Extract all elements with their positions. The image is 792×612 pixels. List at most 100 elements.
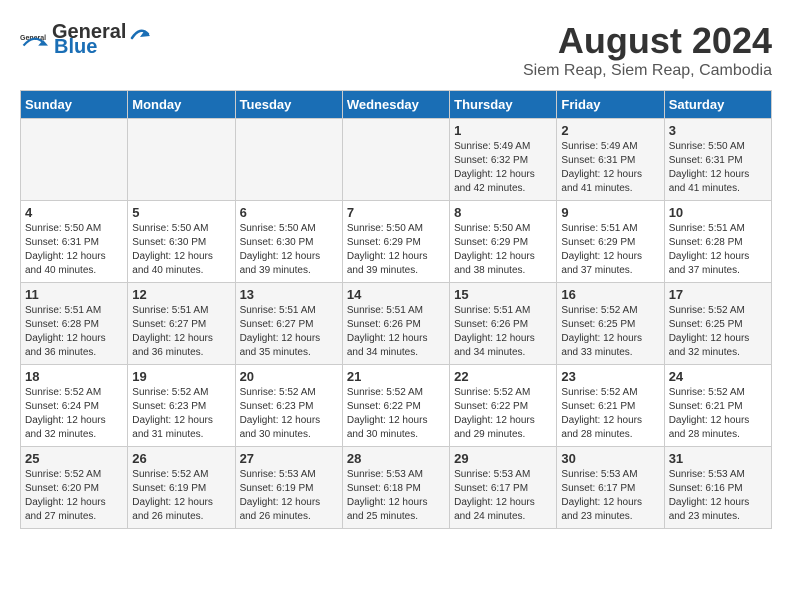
page-header: General General Blue August 2024 Siem Re…	[20, 20, 772, 80]
day-info: Sunrise: 5:51 AM Sunset: 6:28 PM Dayligh…	[25, 304, 123, 360]
day-number: 23	[561, 369, 659, 384]
sunset-text: Sunset: 6:31 PM	[561, 155, 635, 166]
daylight-text: Daylight: 12 hours and 40 minutes.	[25, 251, 106, 276]
day-number: 29	[454, 451, 552, 466]
day-info: Sunrise: 5:53 AM Sunset: 6:17 PM Dayligh…	[454, 468, 552, 524]
sunset-text: Sunset: 6:21 PM	[669, 401, 743, 412]
sunrise-text: Sunrise: 5:50 AM	[25, 223, 101, 234]
daylight-text: Daylight: 12 hours and 26 minutes.	[240, 497, 321, 522]
day-of-week-header: Tuesday	[235, 91, 342, 119]
day-info: Sunrise: 5:52 AM Sunset: 6:23 PM Dayligh…	[132, 386, 230, 442]
sunrise-text: Sunrise: 5:53 AM	[454, 469, 530, 480]
calendar-cell: 28 Sunrise: 5:53 AM Sunset: 6:18 PM Dayl…	[342, 447, 449, 529]
day-info: Sunrise: 5:53 AM Sunset: 6:17 PM Dayligh…	[561, 468, 659, 524]
sunset-text: Sunset: 6:26 PM	[454, 319, 528, 330]
sunrise-text: Sunrise: 5:50 AM	[132, 223, 208, 234]
calendar-cell: 14 Sunrise: 5:51 AM Sunset: 6:26 PM Dayl…	[342, 283, 449, 365]
month-year-title: August 2024	[523, 20, 772, 62]
sunset-text: Sunset: 6:23 PM	[132, 401, 206, 412]
day-number: 27	[240, 451, 338, 466]
sunrise-text: Sunrise: 5:52 AM	[669, 387, 745, 398]
sunset-text: Sunset: 6:31 PM	[25, 237, 99, 248]
sunrise-text: Sunrise: 5:50 AM	[240, 223, 316, 234]
day-number: 15	[454, 287, 552, 302]
calendar-cell: 7 Sunrise: 5:50 AM Sunset: 6:29 PM Dayli…	[342, 201, 449, 283]
sunset-text: Sunset: 6:20 PM	[25, 483, 99, 494]
day-number: 10	[669, 205, 767, 220]
calendar-week-row: 4 Sunrise: 5:50 AM Sunset: 6:31 PM Dayli…	[21, 201, 772, 283]
calendar-cell	[235, 119, 342, 201]
calendar-cell: 17 Sunrise: 5:52 AM Sunset: 6:25 PM Dayl…	[664, 283, 771, 365]
sunset-text: Sunset: 6:19 PM	[240, 483, 314, 494]
calendar-cell: 3 Sunrise: 5:50 AM Sunset: 6:31 PM Dayli…	[664, 119, 771, 201]
calendar-week-row: 11 Sunrise: 5:51 AM Sunset: 6:28 PM Dayl…	[21, 283, 772, 365]
day-info: Sunrise: 5:51 AM Sunset: 6:26 PM Dayligh…	[347, 304, 445, 360]
day-number: 25	[25, 451, 123, 466]
daylight-text: Daylight: 12 hours and 26 minutes.	[132, 497, 213, 522]
day-info: Sunrise: 5:51 AM Sunset: 6:27 PM Dayligh…	[132, 304, 230, 360]
day-info: Sunrise: 5:51 AM Sunset: 6:26 PM Dayligh…	[454, 304, 552, 360]
sunrise-text: Sunrise: 5:51 AM	[454, 305, 530, 316]
day-info: Sunrise: 5:51 AM Sunset: 6:29 PM Dayligh…	[561, 222, 659, 278]
daylight-text: Daylight: 12 hours and 33 minutes.	[561, 333, 642, 358]
calendar-cell: 9 Sunrise: 5:51 AM Sunset: 6:29 PM Dayli…	[557, 201, 664, 283]
sunrise-text: Sunrise: 5:51 AM	[669, 223, 745, 234]
sunrise-text: Sunrise: 5:52 AM	[132, 387, 208, 398]
day-info: Sunrise: 5:51 AM Sunset: 6:28 PM Dayligh…	[669, 222, 767, 278]
calendar-cell: 18 Sunrise: 5:52 AM Sunset: 6:24 PM Dayl…	[21, 365, 128, 447]
calendar-cell	[342, 119, 449, 201]
day-number: 6	[240, 205, 338, 220]
day-number: 1	[454, 123, 552, 138]
sunrise-text: Sunrise: 5:51 AM	[240, 305, 316, 316]
day-info: Sunrise: 5:49 AM Sunset: 6:32 PM Dayligh…	[454, 140, 552, 196]
calendar-cell: 25 Sunrise: 5:52 AM Sunset: 6:20 PM Dayl…	[21, 447, 128, 529]
day-number: 8	[454, 205, 552, 220]
sunset-text: Sunset: 6:27 PM	[132, 319, 206, 330]
calendar-cell: 22 Sunrise: 5:52 AM Sunset: 6:22 PM Dayl…	[450, 365, 557, 447]
calendar-cell: 15 Sunrise: 5:51 AM Sunset: 6:26 PM Dayl…	[450, 283, 557, 365]
day-info: Sunrise: 5:53 AM Sunset: 6:18 PM Dayligh…	[347, 468, 445, 524]
calendar-cell: 27 Sunrise: 5:53 AM Sunset: 6:19 PM Dayl…	[235, 447, 342, 529]
calendar-cell: 4 Sunrise: 5:50 AM Sunset: 6:31 PM Dayli…	[21, 201, 128, 283]
calendar-cell: 24 Sunrise: 5:52 AM Sunset: 6:21 PM Dayl…	[664, 365, 771, 447]
day-info: Sunrise: 5:50 AM Sunset: 6:31 PM Dayligh…	[669, 140, 767, 196]
day-number: 21	[347, 369, 445, 384]
day-number: 28	[347, 451, 445, 466]
daylight-text: Daylight: 12 hours and 35 minutes.	[240, 333, 321, 358]
day-info: Sunrise: 5:52 AM Sunset: 6:21 PM Dayligh…	[561, 386, 659, 442]
day-number: 3	[669, 123, 767, 138]
location-subtitle: Siem Reap, Siem Reap, Cambodia	[523, 62, 772, 80]
daylight-text: Daylight: 12 hours and 23 minutes.	[561, 497, 642, 522]
sunset-text: Sunset: 6:21 PM	[561, 401, 635, 412]
day-info: Sunrise: 5:52 AM Sunset: 6:25 PM Dayligh…	[561, 304, 659, 360]
day-number: 4	[25, 205, 123, 220]
title-section: August 2024 Siem Reap, Siem Reap, Cambod…	[523, 20, 772, 80]
sunset-text: Sunset: 6:16 PM	[669, 483, 743, 494]
daylight-text: Daylight: 12 hours and 40 minutes.	[132, 251, 213, 276]
calendar-week-row: 1 Sunrise: 5:49 AM Sunset: 6:32 PM Dayli…	[21, 119, 772, 201]
daylight-text: Daylight: 12 hours and 30 minutes.	[240, 415, 321, 440]
daylight-text: Daylight: 12 hours and 32 minutes.	[25, 415, 106, 440]
calendar-cell: 29 Sunrise: 5:53 AM Sunset: 6:17 PM Dayl…	[450, 447, 557, 529]
day-number: 14	[347, 287, 445, 302]
sunset-text: Sunset: 6:22 PM	[454, 401, 528, 412]
day-number: 7	[347, 205, 445, 220]
daylight-text: Daylight: 12 hours and 32 minutes.	[669, 333, 750, 358]
sunset-text: Sunset: 6:23 PM	[240, 401, 314, 412]
day-info: Sunrise: 5:50 AM Sunset: 6:30 PM Dayligh…	[240, 222, 338, 278]
day-of-week-header: Saturday	[664, 91, 771, 119]
sunset-text: Sunset: 6:19 PM	[132, 483, 206, 494]
day-info: Sunrise: 5:52 AM Sunset: 6:21 PM Dayligh…	[669, 386, 767, 442]
calendar-header-row: SundayMondayTuesdayWednesdayThursdayFrid…	[21, 91, 772, 119]
sunrise-text: Sunrise: 5:51 AM	[25, 305, 101, 316]
sunrise-text: Sunrise: 5:53 AM	[347, 469, 423, 480]
sunrise-text: Sunrise: 5:52 AM	[25, 387, 101, 398]
day-of-week-header: Friday	[557, 91, 664, 119]
sunset-text: Sunset: 6:30 PM	[132, 237, 206, 248]
sunset-text: Sunset: 6:29 PM	[454, 237, 528, 248]
sunset-text: Sunset: 6:29 PM	[347, 237, 421, 248]
sunset-text: Sunset: 6:30 PM	[240, 237, 314, 248]
calendar-cell: 6 Sunrise: 5:50 AM Sunset: 6:30 PM Dayli…	[235, 201, 342, 283]
sunset-text: Sunset: 6:22 PM	[347, 401, 421, 412]
day-of-week-header: Monday	[128, 91, 235, 119]
